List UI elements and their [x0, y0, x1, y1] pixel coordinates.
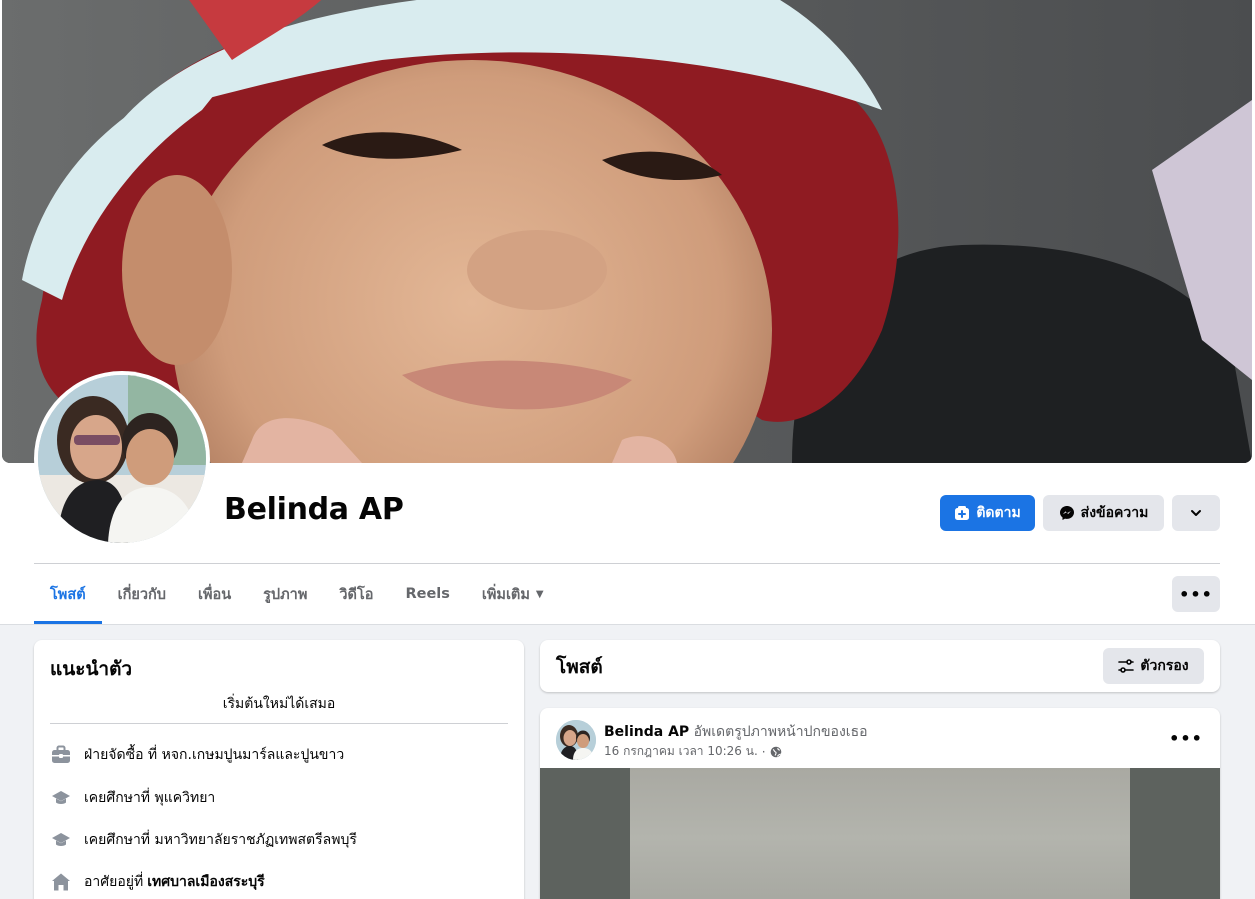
profile-avatar[interactable] — [34, 371, 210, 547]
intro-location: อาศัยอยู่ที่ เทศบาลเมืองสระบุรี — [50, 870, 265, 894]
tab-photos[interactable]: รูปภาพ — [247, 564, 323, 624]
meta-separator: · — [761, 744, 766, 759]
post-image[interactable] — [540, 768, 1220, 899]
profile-name: Belinda AP — [224, 492, 404, 527]
intro-bio: เริ่มต้นใหม่ได้เสมอ — [222, 696, 336, 712]
messenger-icon — [1059, 506, 1074, 520]
post-header-text: Belinda AP อัพเดตรูปภาพหน้าปกของเธอ — [604, 721, 868, 743]
post-timestamp[interactable]: 16 กรกฎาคม เวลา 10:26 น. — [604, 742, 758, 761]
follow-plus-icon — [955, 506, 970, 520]
follow-label: ติดตาม — [976, 505, 1021, 521]
filter-button[interactable]: ตัวกรอง — [1103, 648, 1204, 684]
message-button[interactable]: ส่งข้อความ — [1043, 495, 1164, 531]
graduation-cap-icon — [50, 829, 72, 851]
post-meta: 16 กรกฎาคม เวลา 10:26 น. · — [604, 742, 782, 761]
post-image-content — [630, 768, 1130, 899]
tab-reels[interactable]: Reels — [389, 564, 465, 624]
intro-education-1-text: เคยศึกษาที่ พุแควิทยา — [84, 790, 216, 806]
post-action-text: อัพเดตรูปภาพหน้าปกของเธอ — [693, 724, 868, 740]
follow-button[interactable]: ติดตาม — [940, 495, 1035, 531]
graduation-cap-icon — [50, 787, 72, 809]
post-options-button[interactable]: ••• — [1169, 726, 1203, 750]
posts-title: โพสต์ — [556, 656, 603, 678]
tab-more[interactable]: เพิ่มเติม ▼ — [466, 564, 560, 624]
post-author-avatar[interactable] — [556, 720, 596, 760]
profile-header: Belinda AP ติดตาม ส่งข้อความ โพสต์ เกี่ย… — [0, 0, 1255, 625]
post-card: Belinda AP อัพเดตรูปภาพหน้าปกของเธอ 16 ก… — [540, 708, 1220, 899]
tabs-more-button[interactable]: ••• — [1172, 576, 1220, 612]
profile-tabs: โพสต์ เกี่ยวกับ เพื่อน รูปภาพ วิดีโอ Ree… — [34, 564, 560, 624]
cover-image — [2, 0, 1252, 463]
intro-work: ฝ่ายจัดซื้อ ที่ หจก.เกษมปูนมาร์ลและปูนขา… — [50, 743, 344, 767]
tab-about[interactable]: เกี่ยวกับ — [102, 564, 182, 624]
filter-sliders-icon — [1118, 659, 1135, 673]
caret-down-icon: ▼ — [535, 588, 544, 600]
globe-icon — [770, 746, 781, 757]
intro-education-2: เคยศึกษาที่ มหาวิทยาลัยราชภัฏเทพสตรีลพบุ… — [50, 828, 357, 852]
intro-education-2-text: เคยศึกษาที่ มหาวิทยาลัยราชภัฏเทพสตรีลพบุ… — [84, 832, 357, 848]
post-author-name[interactable]: Belinda AP — [604, 724, 689, 740]
intro-divider — [50, 723, 508, 724]
avatar-image — [38, 375, 206, 543]
briefcase-icon — [50, 744, 72, 766]
intro-card: แนะนำตัว เริ่มต้นใหม่ได้เสมอ ฝ่ายจัดซื้อ… — [34, 640, 524, 899]
profile-more-button[interactable] — [1172, 495, 1220, 531]
filter-label: ตัวกรอง — [1140, 658, 1189, 674]
intro-education-1: เคยศึกษาที่ พุแควิทยา — [50, 786, 215, 810]
message-label: ส่งข้อความ — [1080, 505, 1149, 521]
intro-work-text: ฝ่ายจัดซื้อ ที่ หจก.เกษมปูนมาร์ลและปูนขา… — [84, 747, 345, 763]
tab-posts[interactable]: โพสต์ — [34, 564, 102, 624]
intro-location-text: อาศัยอยู่ที่ — [84, 874, 144, 890]
intro-location-place[interactable]: เทศบาลเมืองสระบุรี — [147, 871, 264, 893]
tab-videos[interactable]: วิดีโอ — [323, 564, 389, 624]
chevron-down-icon — [1191, 510, 1201, 516]
tab-friends[interactable]: เพื่อน — [182, 564, 247, 624]
cover-photo[interactable] — [2, 0, 1252, 463]
intro-title: แนะนำตัว — [50, 658, 133, 680]
ellipsis-icon: ••• — [1169, 728, 1203, 748]
posts-header-card: โพสต์ ตัวกรอง — [540, 640, 1220, 692]
home-icon — [50, 871, 72, 893]
ellipsis-icon: ••• — [1179, 584, 1213, 604]
